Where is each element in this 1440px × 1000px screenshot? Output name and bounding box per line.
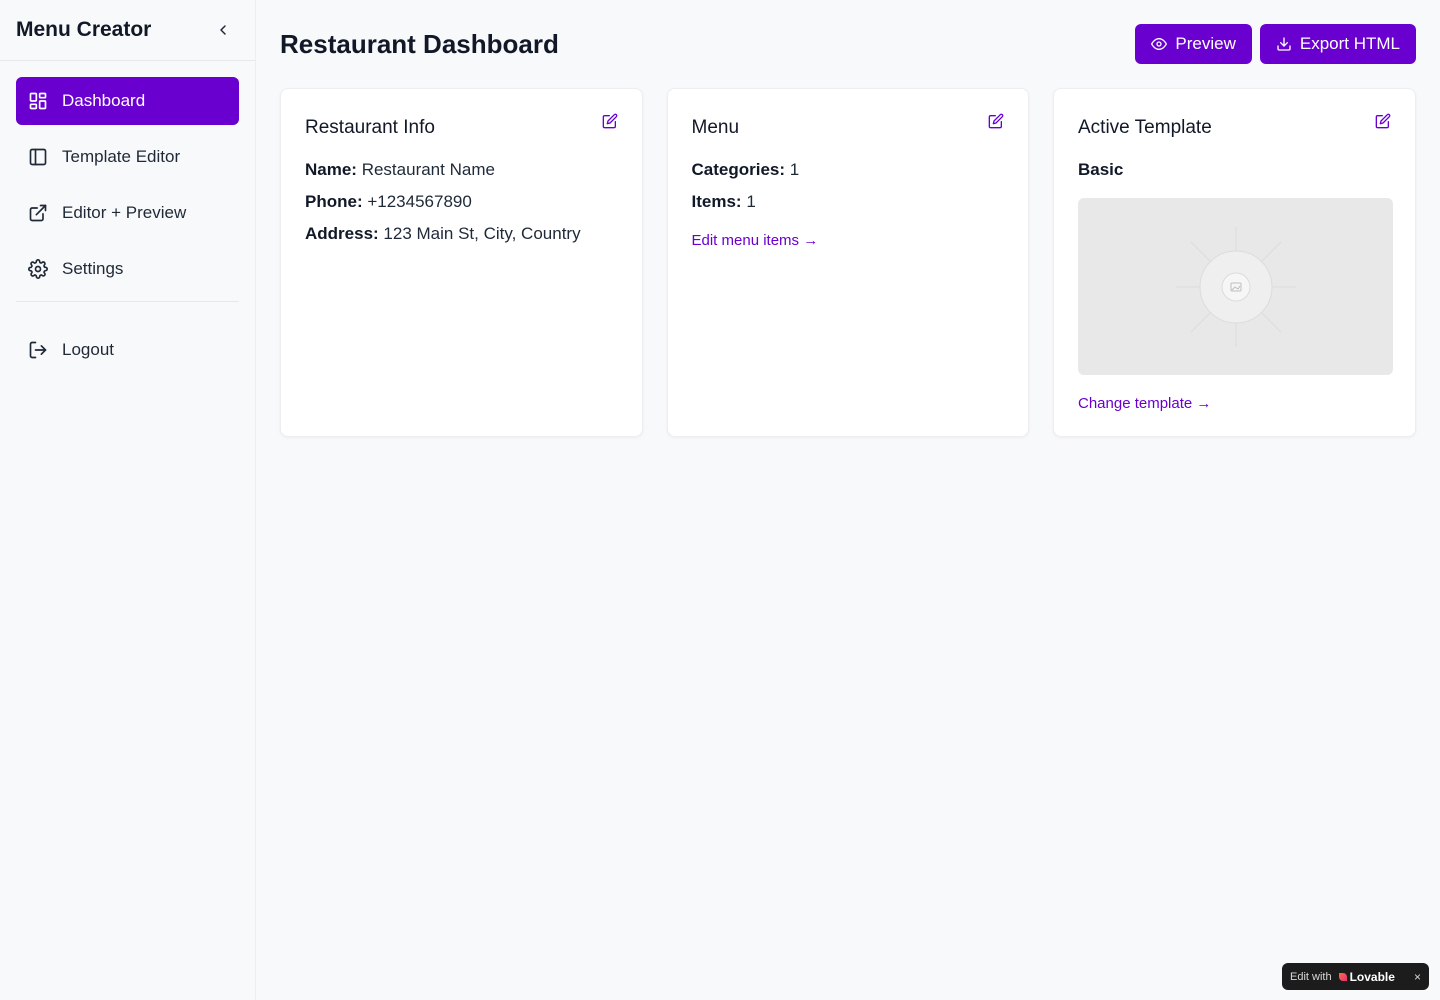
chevron-left-icon — [220, 25, 226, 35]
sidebar-nav: Dashboard Template Editor Editor + Previ… — [0, 61, 255, 293]
field-value: 1 — [746, 192, 756, 211]
sidebar-item-editor-preview[interactable]: Editor + Preview — [16, 189, 239, 237]
sidebar-item-label: Template Editor — [62, 147, 181, 166]
card-title: Restaurant Info — [305, 117, 435, 138]
template-thumbnail — [1078, 198, 1393, 375]
edit-with-lovable-badge[interactable]: Edit with Lovable × — [1282, 963, 1429, 990]
image-placeholder-icon — [1175, 226, 1296, 347]
external-link-icon — [29, 204, 47, 222]
sidebar-item-label: Dashboard — [62, 91, 146, 110]
app-title: Menu Creator — [16, 18, 152, 41]
logout-icon — [29, 341, 47, 359]
sidebar-item-label: Settings — [62, 259, 124, 278]
preview-button[interactable]: Preview — [1135, 24, 1252, 64]
eye-icon — [1151, 38, 1168, 50]
collapse-sidebar-button[interactable] — [211, 18, 235, 42]
edit-icon[interactable] — [988, 113, 1004, 129]
lovable-logo: Lovable — [1338, 970, 1395, 984]
change-template-link[interactable]: Change template → — [1078, 395, 1211, 412]
field-value: +1234567890 — [367, 192, 472, 211]
main-content: Restaurant Dashboard Preview Export HTML… — [280, 0, 1416, 437]
menu-card: Menu Categories: 1 Items: 1 Edit menu it… — [666, 88, 1029, 437]
field-label: Name: — [305, 160, 357, 179]
active-template-card: Active Template Basic Change template → — [1053, 88, 1416, 437]
field-label: Address: — [305, 224, 379, 243]
card-title: Active Template — [1078, 117, 1212, 138]
dashboard-cards: Restaurant Info Name: Restaurant Name Ph… — [280, 88, 1416, 437]
logout-button[interactable]: Logout — [16, 326, 239, 374]
header-actions: Preview Export HTML — [1135, 24, 1416, 64]
page-title: Restaurant Dashboard — [280, 29, 559, 59]
menu-items: Items: 1 — [692, 186, 1005, 218]
template-name: Basic — [1078, 160, 1124, 179]
restaurant-name: Name: Restaurant Name — [305, 154, 618, 186]
preview-label: Preview — [1175, 34, 1236, 53]
field-label: Items: — [691, 192, 742, 211]
restaurant-phone: Phone: +1234567890 — [305, 186, 618, 218]
sidebar: Menu Creator Dashboard Template Editor E… — [0, 0, 256, 1000]
logout-label: Logout — [62, 340, 114, 359]
brand-name: Lovable — [1349, 969, 1395, 984]
field-label: Phone: — [305, 192, 363, 211]
page-header: Restaurant Dashboard Preview Export HTML — [280, 0, 1416, 88]
card-title: Menu — [691, 117, 740, 138]
field-label: Categories: — [691, 160, 786, 179]
sidebar-item-label: Editor + Preview — [62, 203, 187, 222]
sidebar-header: Menu Creator — [0, 0, 255, 61]
edit-menu-items-link[interactable]: Edit menu items → — [692, 232, 819, 249]
restaurant-info-card: Restaurant Info Name: Restaurant Name Ph… — [280, 88, 643, 437]
close-badge-button[interactable]: × — [1414, 970, 1421, 984]
field-value: Restaurant Name — [361, 160, 495, 179]
panel-left-icon — [29, 148, 47, 166]
heart-icon — [1338, 972, 1347, 981]
export-label: Export HTML — [1299, 34, 1400, 53]
badge-prefix: Edit with — [1290, 970, 1332, 983]
edit-icon[interactable] — [1375, 113, 1391, 129]
sidebar-item-settings[interactable]: Settings — [16, 245, 239, 293]
restaurant-address: Address: 123 Main St, City, Country — [305, 218, 618, 250]
layout-dashboard-icon — [29, 92, 47, 110]
sidebar-item-template-editor[interactable]: Template Editor — [16, 133, 239, 181]
download-icon — [1277, 37, 1291, 51]
edit-icon[interactable] — [602, 113, 618, 129]
field-value: 123 Main St, City, Country — [383, 224, 581, 243]
gear-icon — [28, 259, 48, 279]
menu-categories: Categories: 1 — [692, 154, 1005, 186]
field-value: 1 — [789, 160, 800, 179]
export-html-button[interactable]: Export HTML — [1259, 24, 1416, 64]
sidebar-item-dashboard[interactable]: Dashboard — [16, 77, 239, 125]
